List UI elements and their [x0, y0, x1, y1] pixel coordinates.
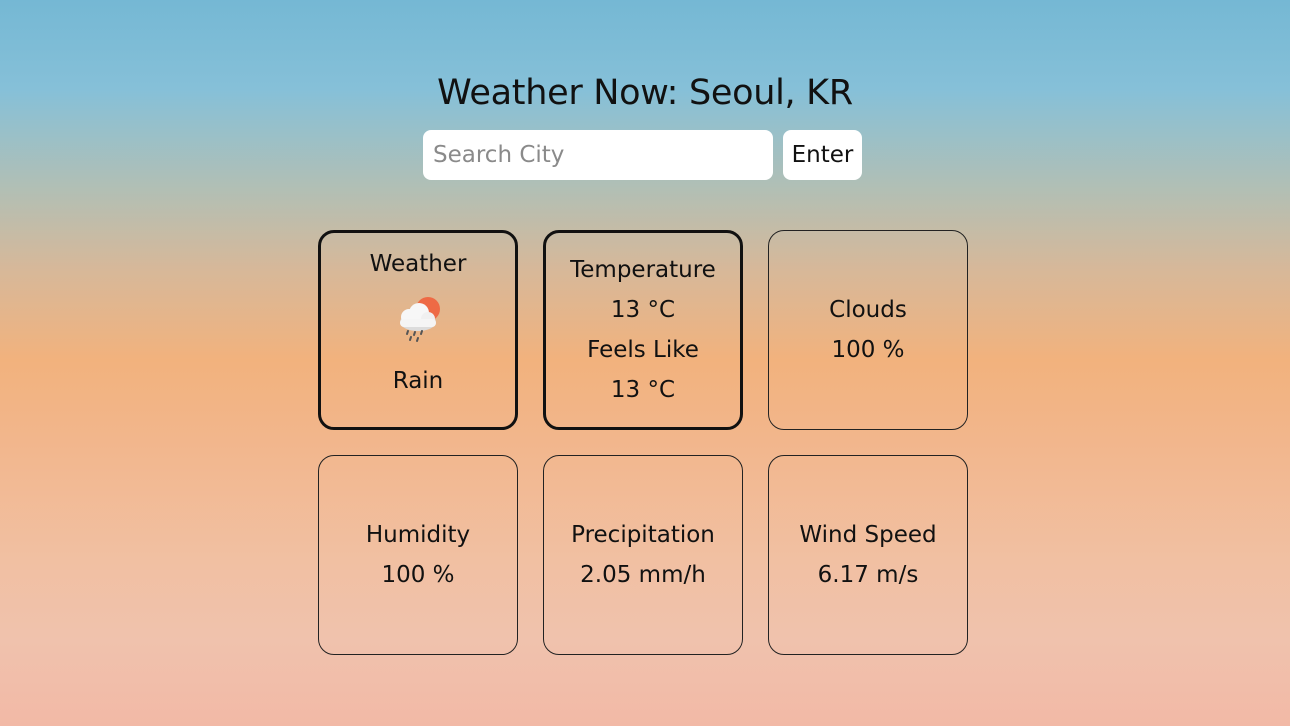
- wind-speed-value: 6.17 m/s: [817, 562, 919, 588]
- wind-speed-label: Wind Speed: [799, 522, 937, 548]
- weather-label: Weather: [369, 251, 467, 277]
- precipitation-label: Precipitation: [571, 522, 715, 548]
- temperature-card: Temperature 13 °C Feels Like 13 °C: [543, 230, 743, 430]
- humidity-card: Humidity 100 %: [318, 455, 518, 655]
- wind-speed-card: Wind Speed 6.17 m/s: [768, 455, 968, 655]
- humidity-value: 100 %: [381, 562, 455, 588]
- clouds-card: Clouds 100 %: [768, 230, 968, 430]
- temperature-label: Temperature: [570, 257, 716, 283]
- enter-button[interactable]: Enter: [783, 130, 862, 180]
- humidity-label: Humidity: [365, 522, 471, 548]
- search-bar: Enter: [423, 130, 862, 180]
- temperature-value: 13 °C: [610, 297, 676, 323]
- rain-cloud-sun-icon: [400, 297, 440, 342]
- page-title: Weather Now: Seoul, KR: [437, 73, 853, 114]
- feels-like-value: 13 °C: [610, 377, 676, 403]
- precipitation-value: 2.05 mm/h: [580, 562, 706, 588]
- weather-card: Weather Rain: [318, 230, 518, 430]
- precipitation-card: Precipitation 2.05 mm/h: [543, 455, 743, 655]
- search-city-input[interactable]: [423, 130, 773, 180]
- clouds-value: 100 %: [831, 337, 905, 363]
- weather-condition: Rain: [392, 368, 444, 394]
- feels-like-label: Feels Like: [587, 337, 699, 363]
- weather-cards-grid: Weather Rain Temperature 13 °C Feels Lik…: [318, 230, 968, 655]
- clouds-label: Clouds: [829, 297, 907, 323]
